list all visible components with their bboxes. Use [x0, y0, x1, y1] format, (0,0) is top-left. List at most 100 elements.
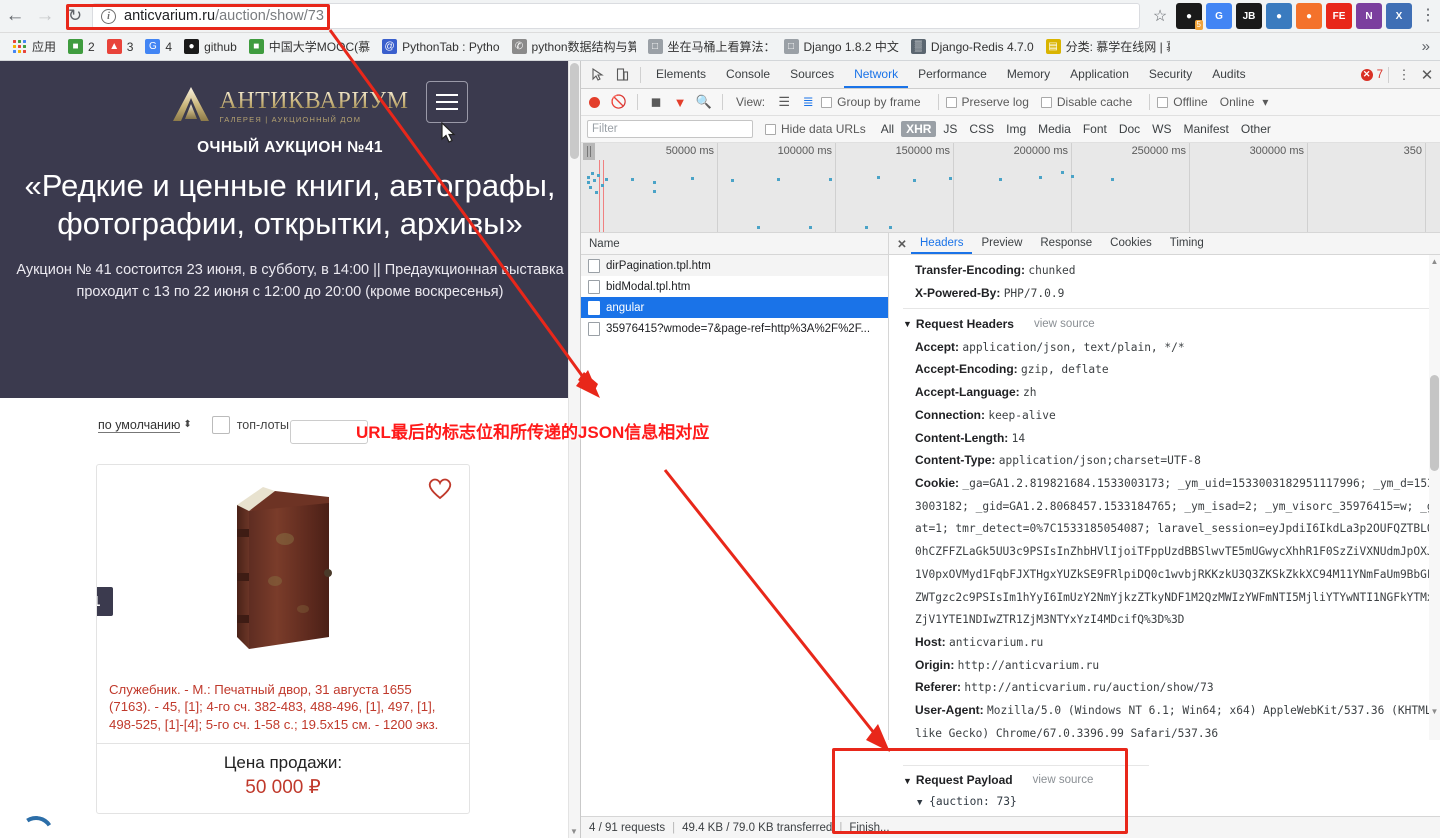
request-row-1[interactable]: bidModal.tpl.htm — [581, 276, 888, 297]
forward-arrow-icon[interactable]: → — [30, 1, 60, 31]
resource-type-all[interactable]: All — [876, 121, 899, 137]
error-count-indicator[interactable]: ✕ 7 — [1361, 69, 1383, 81]
reload-icon[interactable]: ↻ — [60, 1, 90, 31]
bookmark-star-icon[interactable]: ☆ — [1146, 6, 1174, 26]
bookmarks-overflow-icon[interactable]: » — [1422, 38, 1440, 55]
resource-type-other[interactable]: Other — [1236, 121, 1276, 137]
detail-scrollbar[interactable]: ▲ ▼ — [1429, 255, 1440, 740]
bookmark-apps[interactable]: 应用 — [6, 36, 62, 58]
search-icon[interactable]: 🔍 — [693, 94, 715, 110]
globe-extension-icon[interactable]: ● — [1266, 3, 1292, 29]
clear-icon[interactable]: 🚫 — [608, 94, 630, 110]
disable-cache-checkbox[interactable]: Disable cache — [1041, 95, 1132, 109]
bookmark-item-8[interactable]: □Django 1.8.2 中文 — [778, 36, 905, 58]
x-extension-icon[interactable]: X — [1386, 3, 1412, 29]
resource-type-media[interactable]: Media — [1033, 121, 1076, 137]
detail-tab-cookies[interactable]: Cookies — [1101, 233, 1161, 254]
address-bar[interactable]: i anticvarium.ru /auction/show/73 — [92, 3, 1140, 29]
toggle-device-toolbar-icon[interactable] — [610, 63, 635, 87]
devtools-tab-memory[interactable]: Memory — [997, 61, 1060, 88]
lot-card[interactable]: 1 Служебник. - М.: Печатный двор, 31 авг… — [96, 464, 470, 814]
request-row-3[interactable]: 35976415?wmode=7&page-ref=http%3A%2F%2F.… — [581, 318, 888, 339]
bookmark-item-1[interactable]: ▲3 — [101, 36, 140, 58]
devtools-tab-elements[interactable]: Elements — [646, 61, 716, 88]
page-scroll-down-icon[interactable]: ▼ — [569, 827, 579, 836]
bookmark-item-4[interactable]: ■中国大学MOOC(慕 — [243, 36, 376, 58]
chevron-down-icon[interactable]: ▾ — [1262, 95, 1268, 109]
site-info-icon[interactable]: i — [101, 9, 116, 24]
chrome-menu-icon[interactable]: ⋮ — [1416, 9, 1440, 23]
detail-tab-headers[interactable]: Headers — [911, 233, 972, 254]
group-by-frame-checkbox[interactable]: Group by frame — [821, 95, 920, 109]
sort-dropdown[interactable]: по умолчанию — [98, 418, 180, 433]
sort-caret-icon[interactable]: ⬍ — [183, 420, 191, 430]
overview-left-handle[interactable] — [583, 143, 595, 160]
filter-input[interactable]: Filter — [587, 120, 753, 138]
devtools-more-options-icon[interactable]: ⋮ — [1394, 69, 1414, 80]
onenote-extension-icon[interactable]: N — [1356, 3, 1382, 29]
resource-type-css[interactable]: CSS — [964, 121, 999, 137]
waterfall-view-icon[interactable]: ≣ — [797, 94, 819, 110]
preserve-log-checkbox[interactable]: Preserve log — [946, 95, 1029, 109]
hamburger-menu-icon[interactable] — [426, 81, 468, 123]
google-translate-extension-icon[interactable]: G — [1206, 3, 1232, 29]
fe-extension-icon[interactable]: FE — [1326, 3, 1352, 29]
site-logo[interactable]: АНТИКВАРИУМ ГАЛЕРЕЯ | АУКЦИОННЫЙ ДОМ — [171, 85, 408, 123]
resource-type-xhr[interactable]: XHR — [901, 121, 936, 137]
bookmark-item-10[interactable]: ▤分类: 慕学在线网 | 慕 — [1040, 36, 1176, 58]
detail-close-icon[interactable]: ✕ — [893, 237, 911, 251]
resource-type-js[interactable]: JS — [938, 121, 962, 137]
detail-scroll-thumb[interactable] — [1430, 375, 1439, 471]
devtools-tab-network[interactable]: Network — [844, 61, 908, 88]
network-overview-timeline[interactable]: 50000 ms100000 ms150000 ms200000 ms25000… — [581, 143, 1440, 233]
offline-checkbox[interactable]: Offline — [1157, 95, 1207, 109]
page-scrollbar[interactable]: ▲ ▼ — [568, 61, 580, 838]
payload-object-line[interactable]: ▼ {auction: 73} — [903, 792, 1149, 812]
lot-image-area[interactable]: 1 — [97, 465, 469, 673]
resource-type-img[interactable]: Img — [1001, 121, 1031, 137]
devtools-tab-audits[interactable]: Audits — [1202, 61, 1255, 88]
adblock-extension-icon[interactable]: ●5 — [1176, 3, 1202, 29]
request-row-0[interactable]: dirPagination.tpl.htm — [581, 255, 888, 276]
inspect-element-icon[interactable] — [585, 63, 610, 87]
bookmark-item-5[interactable]: @PythonTab : Pytho — [376, 36, 505, 58]
bookmark-item-9[interactable]: ▒Django-Redis 4.7.0 — [905, 36, 1040, 58]
camera-icon[interactable]: ◼ — [645, 94, 667, 110]
resource-type-doc[interactable]: Doc — [1114, 121, 1145, 137]
bookmark-item-0[interactable]: ■2 — [62, 36, 101, 58]
bookmark-item-2[interactable]: G4 — [139, 36, 178, 58]
request-headers-group[interactable]: ▼Request Headersview source — [903, 308, 1440, 335]
filter-funnel-icon[interactable]: ▼ — [669, 95, 691, 110]
request-row-2[interactable]: angular — [581, 297, 888, 318]
payload-disclosure-icon[interactable]: ▼ — [903, 773, 912, 789]
devtools-tab-application[interactable]: Application — [1060, 61, 1139, 88]
resource-type-font[interactable]: Font — [1078, 121, 1112, 137]
request-payload-header[interactable]: ▼ Request Payload view source — [903, 765, 1149, 792]
detail-tab-response[interactable]: Response — [1031, 233, 1101, 254]
devtools-tab-performance[interactable]: Performance — [908, 61, 997, 88]
request-headers-disclosure-icon[interactable]: ▼ — [903, 316, 912, 333]
detail-tab-timing[interactable]: Timing — [1161, 233, 1213, 254]
resource-type-manifest[interactable]: Manifest — [1179, 121, 1234, 137]
throttle-value[interactable]: Online — [1220, 95, 1255, 109]
devtools-close-icon[interactable]: ✕ — [1414, 66, 1440, 84]
devtools-tab-sources[interactable]: Sources — [780, 61, 844, 88]
headers-view-source-link[interactable]: view source — [1034, 314, 1095, 335]
top-lots-checkbox[interactable] — [212, 416, 230, 434]
list-view-icon[interactable]: ☰ — [773, 94, 795, 110]
bookmark-item-3[interactable]: ●github — [178, 36, 243, 58]
detail-tab-preview[interactable]: Preview — [972, 233, 1031, 254]
hide-data-urls-checkbox[interactable]: Hide data URLs — [765, 122, 866, 136]
bookmark-item-6[interactable]: ✆python数据结构与算 — [506, 36, 642, 58]
orange-circle-extension-icon[interactable]: ● — [1296, 3, 1322, 29]
jetbrains-extension-icon[interactable]: JB — [1236, 3, 1262, 29]
devtools-tab-console[interactable]: Console — [716, 61, 780, 88]
record-icon[interactable] — [589, 97, 600, 108]
page-scroll-thumb[interactable] — [570, 63, 579, 159]
bookmark-item-7[interactable]: □坐在马桶上看算法： — [642, 36, 778, 58]
resource-type-ws[interactable]: WS — [1147, 121, 1176, 137]
detail-scroll-up-icon[interactable]: ▲ — [1430, 257, 1439, 266]
payload-view-source-link[interactable]: view source — [1033, 770, 1094, 791]
detail-scroll-down-icon[interactable]: ▼ — [1430, 707, 1439, 716]
back-arrow-icon[interactable]: ← — [0, 1, 30, 31]
